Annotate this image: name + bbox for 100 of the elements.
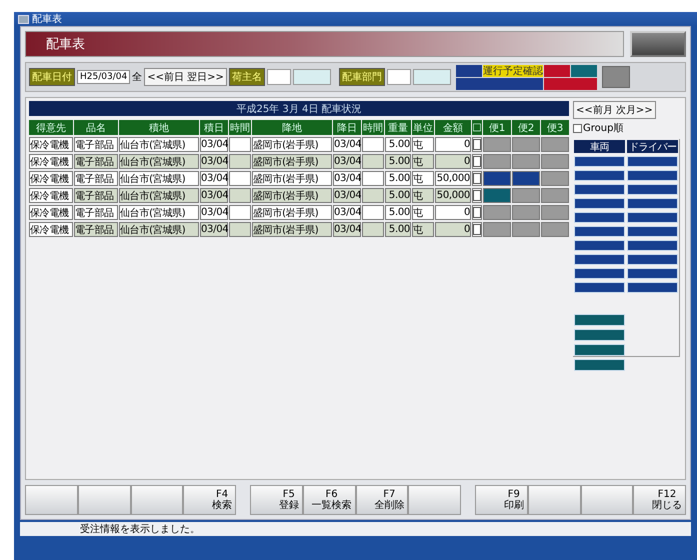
column-header: 金額 xyxy=(435,120,471,135)
column-header: 便3 xyxy=(541,120,569,135)
board-title: 平成25年 3月 4日 配車状況 xyxy=(236,102,362,116)
vehicle-slot[interactable] xyxy=(574,198,625,209)
row-checkbox[interactable] xyxy=(473,207,481,218)
table-cell: 盛岡市(岩手県) xyxy=(252,137,332,152)
function-key-button[interactable]: F5 登録 xyxy=(250,485,303,515)
vehicle-slot[interactable] xyxy=(574,314,625,326)
row-checkbox[interactable] xyxy=(473,139,481,150)
vehicle-slot[interactable] xyxy=(574,254,625,265)
vehicle-slot[interactable] xyxy=(574,240,625,251)
dept-name-field[interactable] xyxy=(412,69,451,85)
function-key-button[interactable] xyxy=(580,485,634,515)
table-cell xyxy=(362,171,384,186)
menu-button[interactable] xyxy=(630,31,686,57)
table-cell: 保冷電機 xyxy=(29,205,73,220)
driver-slot[interactable] xyxy=(627,198,678,209)
driver-slot[interactable] xyxy=(627,268,678,279)
table-cell: 0 xyxy=(435,154,471,169)
function-key-button[interactable]: F12 閉じる xyxy=(633,485,686,515)
table-cell: 03/04 xyxy=(333,222,361,237)
column-header: 降日 xyxy=(333,120,361,135)
table-cell xyxy=(362,137,384,152)
function-key-button[interactable]: F4 検索 xyxy=(183,485,236,515)
table-cell xyxy=(229,222,251,237)
table-cell xyxy=(362,222,384,237)
vehicle-slot[interactable] xyxy=(574,329,625,341)
table-cell: 5.00 xyxy=(385,171,411,186)
function-key-button[interactable]: F7 全削除 xyxy=(356,485,408,515)
table-cell: 50,000 xyxy=(435,188,471,203)
table-cell: 保冷電機 xyxy=(29,222,73,237)
function-key-button[interactable] xyxy=(78,485,130,515)
screen-title: 配車表 xyxy=(46,36,85,53)
table-cell: 仙台市(宮城県) xyxy=(119,188,199,203)
vehicle-slot[interactable] xyxy=(574,282,625,293)
vehicle-slot[interactable] xyxy=(574,344,625,356)
row-checkbox[interactable] xyxy=(473,224,481,235)
column-header: 降地 xyxy=(252,120,332,135)
driver-slot[interactable] xyxy=(627,184,678,195)
column-header: 積地 xyxy=(119,120,199,135)
function-key-button[interactable]: F6 一覧検索 xyxy=(302,485,356,515)
function-key-button[interactable]: F9 印刷 xyxy=(475,485,528,515)
table-cell: 電子部品 xyxy=(74,154,118,169)
all-label: 全 xyxy=(132,71,142,84)
table-cell xyxy=(229,205,251,220)
table-cell: 保冷電機 xyxy=(29,137,73,152)
table-cell: 盛岡市(岩手県) xyxy=(252,154,332,169)
vehicle-slot[interactable] xyxy=(574,212,625,223)
column-header: 車両 xyxy=(574,140,625,153)
function-key-button[interactable] xyxy=(528,485,580,515)
column-header: 便2 xyxy=(512,120,540,135)
shipper-name-field[interactable] xyxy=(292,69,331,85)
app-icon xyxy=(18,14,29,24)
table-cell: 03/04 xyxy=(200,205,228,220)
function-key-button[interactable] xyxy=(25,485,78,515)
driver-slot[interactable] xyxy=(627,240,678,251)
row-checkbox[interactable] xyxy=(473,190,481,201)
vehicle-slot[interactable] xyxy=(574,268,625,279)
date-field[interactable]: H25/03/04 xyxy=(77,70,130,84)
table-cell: 電子部品 xyxy=(74,205,118,220)
dept-label: 配車部門 xyxy=(338,68,385,86)
table-cell xyxy=(229,171,251,186)
shipper-code-field[interactable] xyxy=(266,69,291,85)
table-cell xyxy=(229,137,251,152)
shipper-label: 荷主名 xyxy=(228,68,265,86)
column-header: 時間 xyxy=(229,120,251,135)
row-checkbox[interactable] xyxy=(473,173,481,184)
table-cell: 03/04 xyxy=(333,205,361,220)
vehicle-slot[interactable] xyxy=(574,170,625,181)
month-nav-button[interactable]: <<前月 次月>> xyxy=(573,101,656,119)
function-key-button[interactable] xyxy=(408,485,461,515)
table-cell: 5.00 xyxy=(385,188,411,203)
group-order-checkbox[interactable]: Group順 xyxy=(573,121,624,135)
row-checkbox[interactable] xyxy=(473,156,481,167)
table-cell: 電子部品 xyxy=(74,188,118,203)
table-cell: 03/04 xyxy=(333,154,361,169)
vehicle-slot[interactable] xyxy=(574,156,625,167)
vehicle-slot[interactable] xyxy=(574,184,625,195)
table-cell: 電子部品 xyxy=(74,137,118,152)
table-cell: 5.00 xyxy=(385,154,411,169)
driver-slot[interactable] xyxy=(627,226,678,237)
day-nav-button[interactable]: <<前日 翌日>> xyxy=(144,68,227,86)
dept-code-field[interactable] xyxy=(386,69,411,85)
driver-slot[interactable] xyxy=(627,156,678,167)
table-cell xyxy=(362,154,384,169)
driver-slot[interactable] xyxy=(627,212,678,223)
table-cell: 0 xyxy=(435,205,471,220)
table-cell: 保冷電機 xyxy=(29,188,73,203)
table-cell: 屯 xyxy=(412,171,434,186)
driver-slot[interactable] xyxy=(627,170,678,181)
column-header: 単位 xyxy=(412,120,434,135)
vehicle-slot[interactable] xyxy=(574,359,625,371)
table-cell xyxy=(229,188,251,203)
driver-slot[interactable] xyxy=(627,254,678,265)
function-key-button[interactable] xyxy=(130,485,184,515)
driver-slot[interactable] xyxy=(627,282,678,293)
vehicle-slot[interactable] xyxy=(574,226,625,237)
date-label: 配車日付 xyxy=(29,68,75,86)
table-cell: 盛岡市(岩手県) xyxy=(252,171,332,186)
window-title: 配車表 xyxy=(32,12,62,26)
